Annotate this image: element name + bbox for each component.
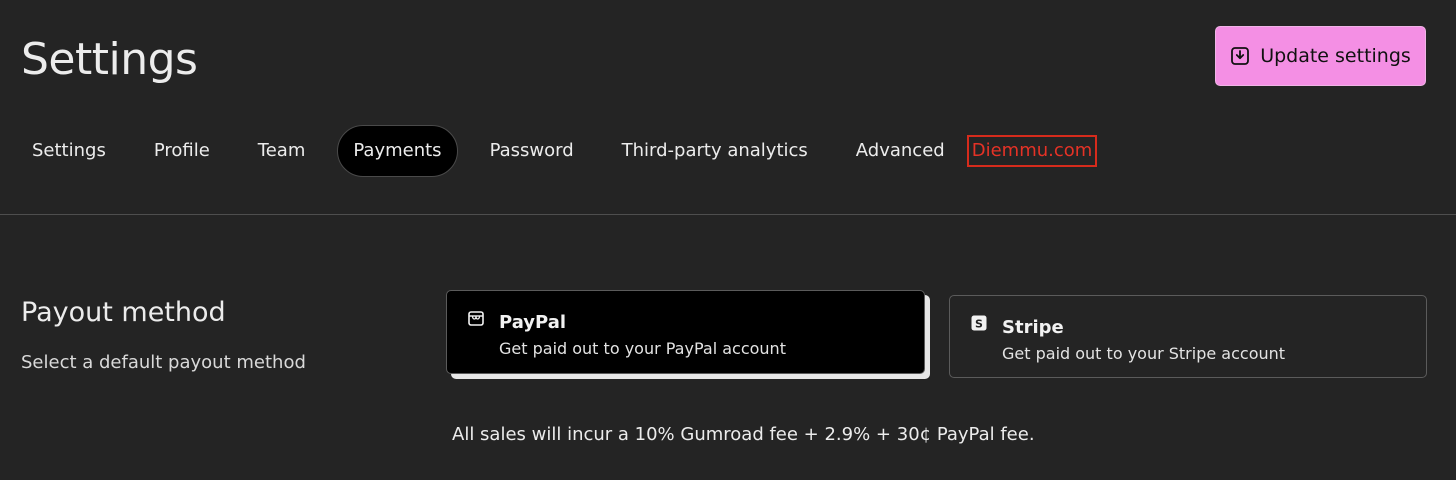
- svg-text:S: S: [975, 318, 983, 331]
- tab-settings[interactable]: Settings: [16, 125, 122, 177]
- paypal-option-name: PayPal: [499, 312, 567, 333]
- settings-page: Settings Update settings Settings Profil…: [0, 0, 1456, 480]
- settings-tabs: Settings Profile Team Payments Password …: [16, 125, 1098, 177]
- stripe-option-name: Stripe: [1002, 317, 1064, 338]
- header-divider: [0, 214, 1456, 215]
- fee-note: All sales will incur a 10% Gumroad fee +…: [452, 424, 1035, 445]
- tab-third-party-analytics[interactable]: Third-party analytics: [606, 125, 824, 177]
- tab-password[interactable]: Password: [474, 125, 590, 177]
- store-icon: [467, 309, 485, 327]
- paypal-option-description: Get paid out to your PayPal account: [499, 339, 786, 358]
- update-settings-button[interactable]: Update settings: [1215, 26, 1426, 86]
- payout-section-description: Select a default payout method: [21, 352, 306, 373]
- update-settings-label: Update settings: [1260, 45, 1411, 67]
- tab-payments[interactable]: Payments: [337, 125, 458, 177]
- paypal-option[interactable]: PayPal Get paid out to your PayPal accou…: [446, 290, 925, 374]
- watermark-link[interactable]: Diemmu.com: [966, 135, 1098, 167]
- stripe-option[interactable]: S Stripe Get paid out to your Stripe acc…: [949, 295, 1427, 378]
- save-icon: [1230, 46, 1250, 66]
- payout-section-title: Payout method: [21, 297, 226, 328]
- tab-profile[interactable]: Profile: [138, 125, 226, 177]
- stripe-icon: S: [970, 314, 988, 332]
- tab-team[interactable]: Team: [242, 125, 322, 177]
- tab-advanced[interactable]: Advanced: [840, 125, 961, 177]
- stripe-option-description: Get paid out to your Stripe account: [1002, 344, 1286, 363]
- page-title: Settings: [21, 34, 198, 85]
